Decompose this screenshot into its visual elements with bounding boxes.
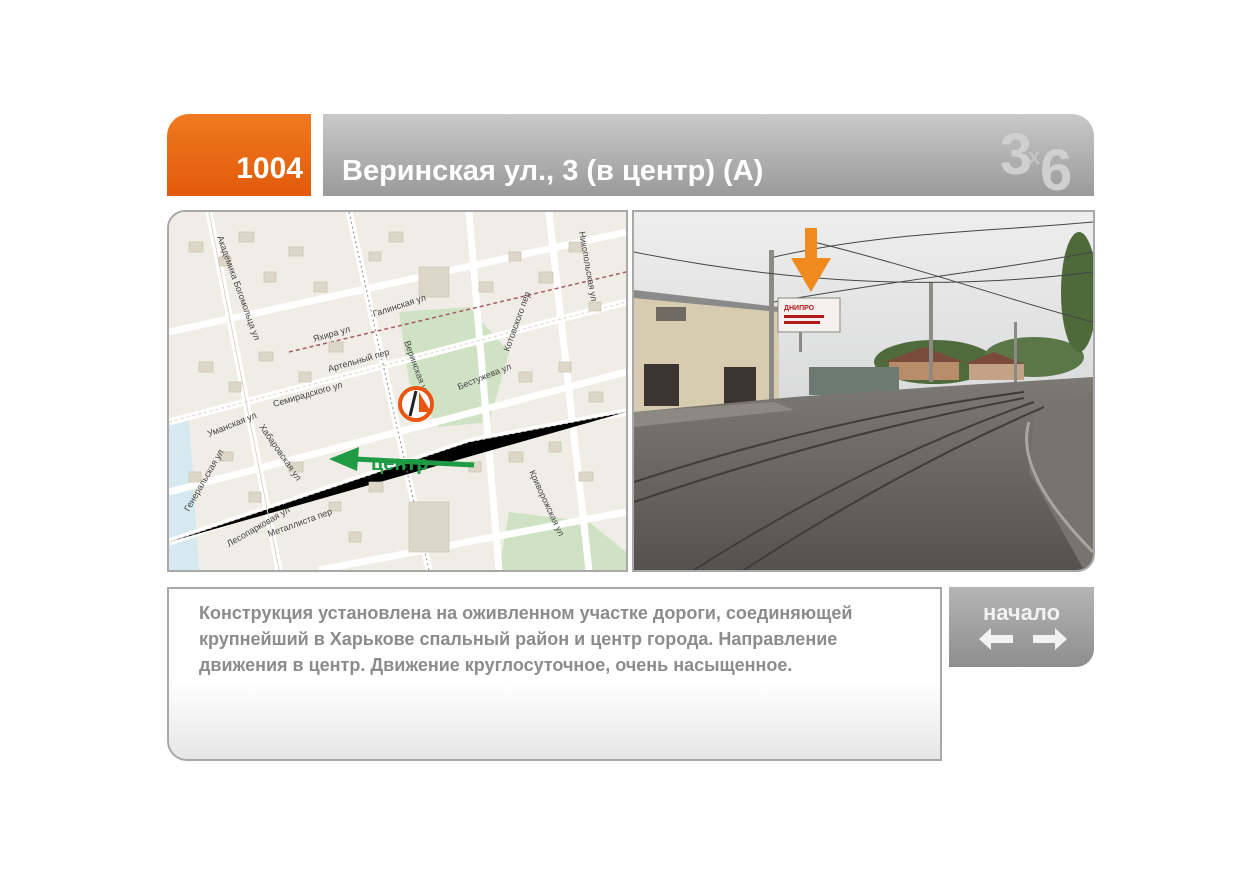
home-button[interactable]: начало <box>949 600 1094 626</box>
site-title: Веринская ул., 3 (в центр) (А) <box>342 155 764 187</box>
navigation-box: начало <box>949 587 1094 667</box>
site-code: 1004 <box>236 152 303 185</box>
location-map: Галинская ул Яхира ул Бестужева ул Семир… <box>167 210 628 572</box>
title-box: Веринская ул., 3 (в центр) (А) 3 х 6 <box>323 114 1094 196</box>
description-text: Конструкция установлена на оживленном уч… <box>199 603 853 675</box>
direction-label: центр <box>371 453 429 475</box>
arrow-right-icon[interactable] <box>1029 625 1069 653</box>
street-photo: ДНИПРО <box>632 210 1095 572</box>
brand-logo: 3 х 6 <box>1000 122 1072 194</box>
photo-canvas: ДНИПРО <box>634 212 1093 570</box>
map-canvas: Галинская ул Яхира ул Бестужева ул Семир… <box>169 212 626 570</box>
description-box: Конструкция установлена на оживленном уч… <box>167 587 942 761</box>
billboard-marker-icon <box>398 386 434 422</box>
svg-text:6: 6 <box>1040 138 1072 194</box>
billboard-text: ДНИПРО <box>784 305 815 312</box>
header: 1004 Веринская ул., 3 (в центр) (А) 3 х … <box>167 114 1094 196</box>
arrow-left-icon[interactable] <box>977 625 1017 653</box>
site-code-box: 1004 <box>167 114 311 196</box>
